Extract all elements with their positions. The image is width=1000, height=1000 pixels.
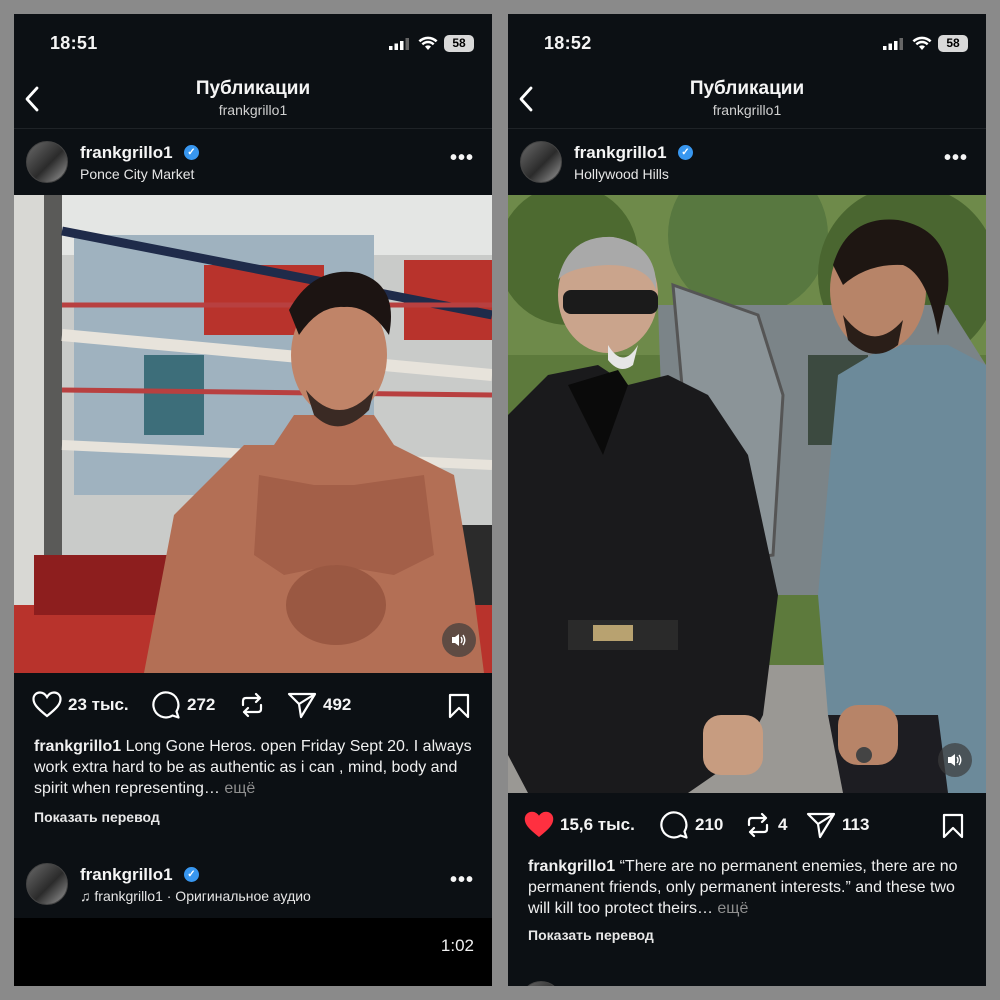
comment-button[interactable]: 210: [659, 811, 723, 839]
comment-icon: [660, 811, 688, 839]
left-screenshot: 18:51 58 Публикации frankgrillo1 frankgr…: [14, 14, 492, 986]
speaker-icon: [948, 754, 962, 766]
repost-icon: [241, 692, 263, 718]
likes-count: 23 тыс.: [68, 694, 129, 714]
caption-username[interactable]: frankgrillo1: [528, 858, 615, 875]
page-title: Публикации: [195, 78, 311, 99]
send-icon: [287, 692, 317, 719]
shares-count: 113: [842, 815, 870, 834]
likes-count: 15,6 тыс.: [560, 814, 635, 834]
show-translation-link[interactable]: Показать перевод: [34, 809, 160, 825]
battery-indicator: 58: [444, 35, 474, 52]
verified-badge-icon: ✓: [184, 867, 199, 882]
signal-icon: [883, 38, 903, 50]
caption-more-link[interactable]: ещё: [224, 780, 255, 797]
top-navigation-bar: Публикации frankgrillo1: [14, 72, 492, 129]
bookmark-icon[interactable]: [448, 693, 470, 719]
comments-count: 210: [695, 815, 724, 834]
shares-count: 492: [323, 695, 352, 714]
status-bar: 18:51 58: [14, 14, 492, 72]
post-caption: frankgrillo1 “There are no permanent ene…: [528, 856, 972, 919]
avatar[interactable]: [520, 141, 562, 183]
like-button[interactable]: 15,6 тыс.: [524, 811, 635, 838]
heart-icon: [32, 691, 62, 718]
username[interactable]: frankgrillo1: [574, 143, 667, 163]
show-translation-link[interactable]: Показать перевод: [528, 927, 654, 943]
page-subtitle: frankgrillo1: [712, 102, 782, 118]
share-button[interactable]: 492: [287, 691, 351, 719]
username[interactable]: frankgrillo1: [80, 143, 173, 163]
heart-filled-icon: [524, 811, 554, 837]
bookmark-icon[interactable]: [942, 813, 964, 839]
volume-toggle-button[interactable]: [442, 623, 476, 657]
post-caption: frankgrillo1 Long Gone Heros. open Frida…: [34, 736, 478, 799]
two-men-outdoor-photo: [508, 195, 986, 793]
next-post-video[interactable]: [14, 918, 492, 986]
wifi-icon: [418, 36, 438, 50]
location-link[interactable]: Ponce City Market: [80, 166, 194, 182]
caption-more-link[interactable]: ещё: [717, 900, 748, 917]
volume-toggle-button[interactable]: [938, 743, 972, 777]
next-post-header: frankgrillo1 ✓ ♫ frankgrillo1 · Оригинал…: [14, 851, 492, 917]
more-options-icon[interactable]: •••: [450, 869, 474, 892]
post-header: frankgrillo1 ✓ Ponce City Market •••: [14, 129, 492, 195]
next-post-header: frankgrillo1: [508, 969, 986, 986]
page-subtitle: frankgrillo1: [218, 102, 288, 118]
repost-button[interactable]: [238, 691, 266, 719]
post-actions: 23 тыс. 272 492: [14, 685, 492, 725]
verified-badge-icon: ✓: [678, 145, 693, 160]
page-title: Публикации: [689, 78, 805, 99]
avatar[interactable]: [26, 863, 68, 905]
music-note-icon: ♫: [80, 888, 95, 904]
like-button[interactable]: 23 тыс.: [32, 691, 129, 718]
comment-icon: [152, 691, 180, 719]
boxing-gym-photo: [14, 195, 492, 673]
avatar[interactable]: [520, 981, 562, 986]
verified-badge-icon: ✓: [184, 145, 199, 160]
caption-username[interactable]: frankgrillo1: [34, 738, 121, 755]
status-time: 18:51: [50, 33, 98, 53]
username[interactable]: frankgrillo1: [80, 865, 173, 885]
post-actions: 15,6 тыс. 210 4 113: [508, 805, 986, 845]
video-duration: 1:02: [440, 936, 474, 955]
post-photo[interactable]: [14, 195, 492, 673]
username[interactable]: frankgrillo1: [574, 983, 667, 986]
share-button[interactable]: 113: [806, 811, 869, 839]
location-link[interactable]: Hollywood Hills: [574, 166, 669, 182]
comment-button[interactable]: 272: [151, 691, 215, 719]
comments-count: 272: [187, 695, 216, 714]
status-bar: 18:52 58: [508, 14, 986, 72]
right-screenshot: 18:52 58 Публикации frankgrillo1 frankgr…: [508, 14, 986, 986]
speaker-icon: [452, 634, 466, 646]
avatar[interactable]: [26, 141, 68, 183]
repost-icon: [747, 812, 769, 838]
top-navigation-bar: Публикации frankgrillo1: [508, 72, 986, 129]
repost-button[interactable]: 4: [744, 811, 787, 839]
battery-indicator: 58: [938, 35, 968, 52]
status-time: 18:52: [544, 33, 592, 53]
post-photo[interactable]: [508, 195, 986, 793]
send-icon: [806, 812, 836, 839]
post-header: frankgrillo1 ✓ Hollywood Hills •••: [508, 129, 986, 195]
more-options-icon[interactable]: •••: [450, 147, 474, 170]
audio-label: frankgrillo1 · Оригинальное аудио: [94, 888, 311, 904]
signal-icon: [389, 38, 409, 50]
reposts-count: 4: [778, 815, 788, 834]
wifi-icon: [912, 36, 932, 50]
more-options-icon[interactable]: •••: [944, 147, 968, 170]
original-audio-link[interactable]: ♫ frankgrillo1 · Оригинальное аудио: [80, 888, 311, 904]
